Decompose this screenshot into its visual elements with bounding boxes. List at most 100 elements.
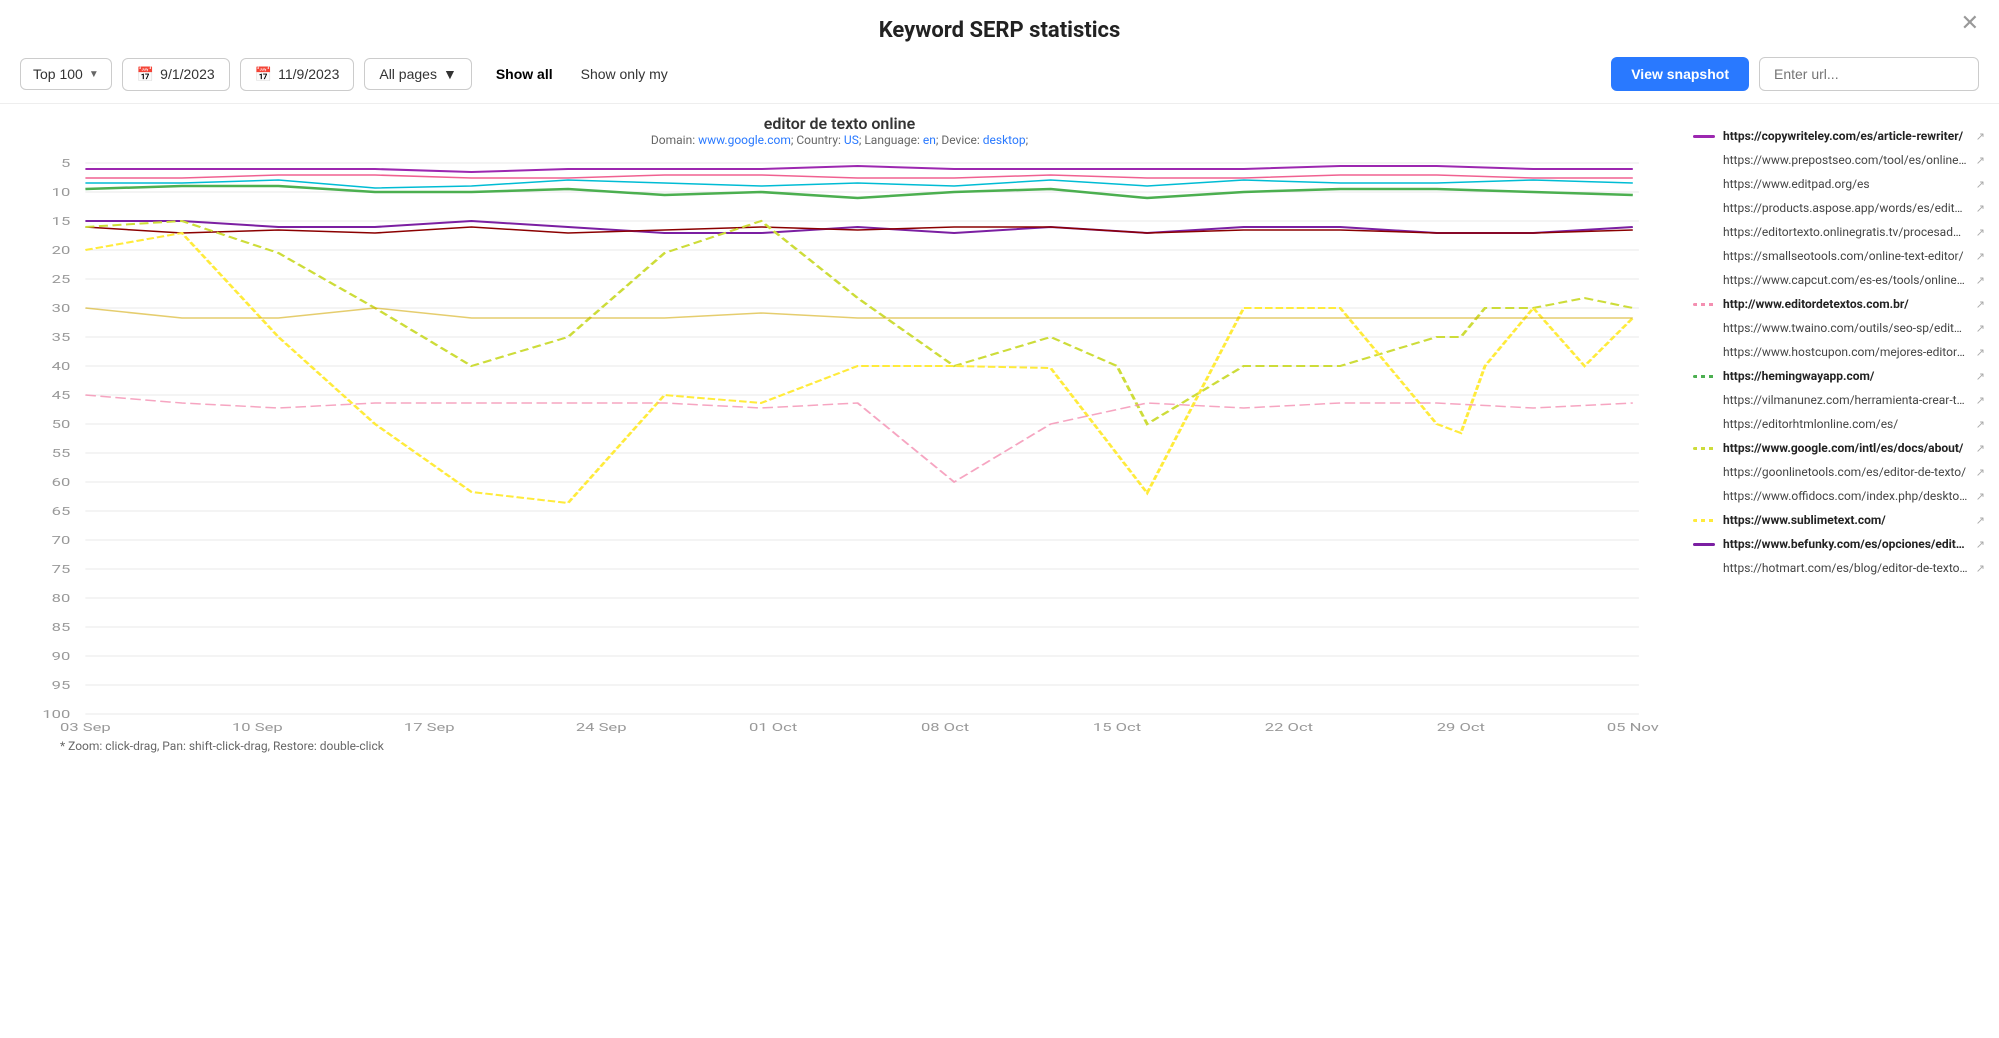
svg-text:15 Oct: 15 Oct [1093, 722, 1142, 733]
legend-url-12: https://vilmanunez.com/herramienta-crear… [1723, 393, 1968, 407]
chevron-down-icon-2: ▼ [443, 66, 457, 82]
top-filter-label: Top 100 [33, 66, 83, 82]
svg-text:01 Oct: 01 Oct [749, 722, 798, 733]
pages-filter-label: All pages [379, 66, 437, 82]
legend-item-5[interactable]: https://editortexto.onlinegratis.tv/proc… [1689, 220, 1989, 244]
legend-url-15: https://goonlinetools.com/es/editor-de-t… [1723, 465, 1968, 479]
date-start-picker[interactable]: 📅 9/1/2023 [122, 58, 230, 91]
legend-item-18[interactable]: https://www.befunky.com/es/opciones/edit… [1689, 532, 1989, 556]
pages-filter-dropdown[interactable]: All pages ▼ [364, 58, 471, 90]
external-link-icon-11: ↗ [1976, 370, 1985, 383]
external-link-icon-9: ↗ [1976, 322, 1985, 335]
legend-url-7: https://www.capcut.com/es-es/tools/onlin… [1723, 273, 1968, 287]
legend-item-16[interactable]: https://www.offidocs.com/index.php/deskt… [1689, 484, 1989, 508]
language-value: en [923, 133, 936, 147]
external-link-icon-13: ↗ [1976, 418, 1985, 431]
legend-item-4[interactable]: https://products.aspose.app/words/es/edi… [1689, 196, 1989, 220]
svg-text:10: 10 [52, 187, 71, 200]
show-toggle-group: Show all Show only my [482, 59, 682, 89]
svg-text:65: 65 [52, 506, 71, 519]
page-title: Keyword SERP statistics [0, 0, 1999, 57]
svg-text:70: 70 [52, 535, 71, 548]
chart-wrapper[interactable]: 5 10 15 20 25 30 35 [10, 153, 1669, 733]
toolbar-right: View snapshot [1611, 57, 1979, 91]
top-filter-dropdown[interactable]: Top 100 ▼ [20, 58, 112, 90]
legend-item-2[interactable]: https://www.prepostseo.com/tool/es/onlin… [1689, 148, 1989, 172]
svg-text:15: 15 [52, 216, 71, 229]
show-all-button[interactable]: Show all [482, 59, 567, 89]
legend-color-8 [1693, 303, 1715, 306]
svg-text:40: 40 [52, 361, 71, 374]
url-search-input[interactable] [1759, 57, 1979, 91]
external-link-icon-8: ↗ [1976, 298, 1985, 311]
chart-meta: Domain: www.google.com; Country: US; Lan… [10, 133, 1669, 147]
legend-item-17[interactable]: https://www.sublimetext.com/ ↗ [1689, 508, 1989, 532]
external-link-icon-10: ↗ [1976, 346, 1985, 359]
legend-color-15 [1693, 471, 1715, 474]
svg-text:75: 75 [52, 564, 71, 577]
legend-url-2: https://www.prepostseo.com/tool/es/onlin… [1723, 153, 1968, 167]
svg-text:5: 5 [61, 158, 70, 171]
legend-url-18: https://www.befunky.com/es/opciones/edit… [1723, 537, 1968, 551]
legend-color-7 [1693, 279, 1715, 282]
zoom-hint: * Zoom: click-drag, Pan: shift-click-dra… [10, 739, 1669, 753]
legend-color-17 [1693, 519, 1715, 522]
legend-url-6: https://smallseotools.com/online-text-ed… [1723, 249, 1968, 263]
svg-text:29 Oct: 29 Oct [1437, 722, 1486, 733]
legend-item-11[interactable]: https://hemingwayapp.com/ ↗ [1689, 364, 1989, 388]
legend-url-14: https://www.google.com/intl/es/docs/abou… [1723, 441, 1968, 455]
external-link-icon-7: ↗ [1976, 274, 1985, 287]
legend-color-10 [1693, 351, 1715, 354]
date-start-label: 9/1/2023 [160, 66, 215, 82]
show-only-my-button[interactable]: Show only my [567, 59, 682, 89]
svg-text:60: 60 [52, 477, 71, 490]
date-end-picker[interactable]: 📅 11/9/2023 [240, 58, 355, 91]
svg-text:90: 90 [52, 651, 71, 664]
close-button[interactable]: ✕ [1961, 10, 1979, 36]
svg-text:25: 25 [52, 274, 71, 287]
svg-text:85: 85 [52, 622, 71, 635]
svg-text:100: 100 [42, 709, 70, 722]
legend-item-3[interactable]: https://www.editpad.org/es ↗ [1689, 172, 1989, 196]
view-snapshot-button[interactable]: View snapshot [1611, 57, 1749, 91]
legend-url-19: https://hotmart.com/es/blog/editor-de-te… [1723, 561, 1968, 575]
legend-color-11 [1693, 375, 1715, 378]
chart-header: editor de texto online Domain: www.googl… [10, 114, 1669, 147]
legend-item-9[interactable]: https://www.twaino.com/outils/seo-sp/edi… [1689, 316, 1989, 340]
legend-url-9: https://www.twaino.com/outils/seo-sp/edi… [1723, 321, 1968, 335]
chart-area: editor de texto online Domain: www.googl… [0, 114, 1679, 753]
legend-item-6[interactable]: https://smallseotools.com/online-text-ed… [1689, 244, 1989, 268]
legend-url-16: https://www.offidocs.com/index.php/deskt… [1723, 489, 1968, 503]
legend-url-10: https://www.hostcupon.com/mejores-editor… [1723, 345, 1968, 359]
legend-url-5: https://editortexto.onlinegratis.tv/proc… [1723, 225, 1968, 239]
legend-item-14[interactable]: https://www.google.com/intl/es/docs/abou… [1689, 436, 1989, 460]
legend-url-1: https://copywriteley.com/es/article-rewr… [1723, 129, 1968, 143]
legend-item-13[interactable]: https://editorhtmlonline.com/es/ ↗ [1689, 412, 1989, 436]
chevron-down-icon: ▼ [89, 69, 99, 80]
country-value: US [844, 133, 859, 147]
keyword-title: editor de texto online [10, 114, 1669, 133]
legend-url-3: https://www.editpad.org/es [1723, 177, 1968, 191]
external-link-icon-3: ↗ [1976, 178, 1985, 191]
svg-text:30: 30 [52, 303, 71, 316]
calendar-icon-2: 📅 [255, 66, 272, 83]
external-link-icon-5: ↗ [1976, 226, 1985, 239]
external-link-icon-17: ↗ [1976, 514, 1985, 527]
legend-item-1[interactable]: https://copywriteley.com/es/article-rewr… [1689, 124, 1989, 148]
legend-item-7[interactable]: https://www.capcut.com/es-es/tools/onlin… [1689, 268, 1989, 292]
legend-item-19[interactable]: https://hotmart.com/es/blog/editor-de-te… [1689, 556, 1989, 580]
legend-color-6 [1693, 255, 1715, 258]
svg-text:10 Sep: 10 Sep [232, 722, 283, 733]
legend-item-15[interactable]: https://goonlinetools.com/es/editor-de-t… [1689, 460, 1989, 484]
legend-item-12[interactable]: https://vilmanunez.com/herramienta-crear… [1689, 388, 1989, 412]
legend-item-10[interactable]: https://www.hostcupon.com/mejores-editor… [1689, 340, 1989, 364]
legend-color-4 [1693, 207, 1715, 210]
external-link-icon-12: ↗ [1976, 394, 1985, 407]
legend-item-8[interactable]: http://www.editordetextos.com.br/ ↗ [1689, 292, 1989, 316]
legend-url-4: https://products.aspose.app/words/es/edi… [1723, 201, 1968, 215]
chart-svg: 5 10 15 20 25 30 35 [10, 153, 1669, 733]
external-link-icon-18: ↗ [1976, 538, 1985, 551]
external-link-icon-6: ↗ [1976, 250, 1985, 263]
external-link-icon-4: ↗ [1976, 202, 1985, 215]
svg-text:05 Nov: 05 Nov [1607, 722, 1659, 733]
